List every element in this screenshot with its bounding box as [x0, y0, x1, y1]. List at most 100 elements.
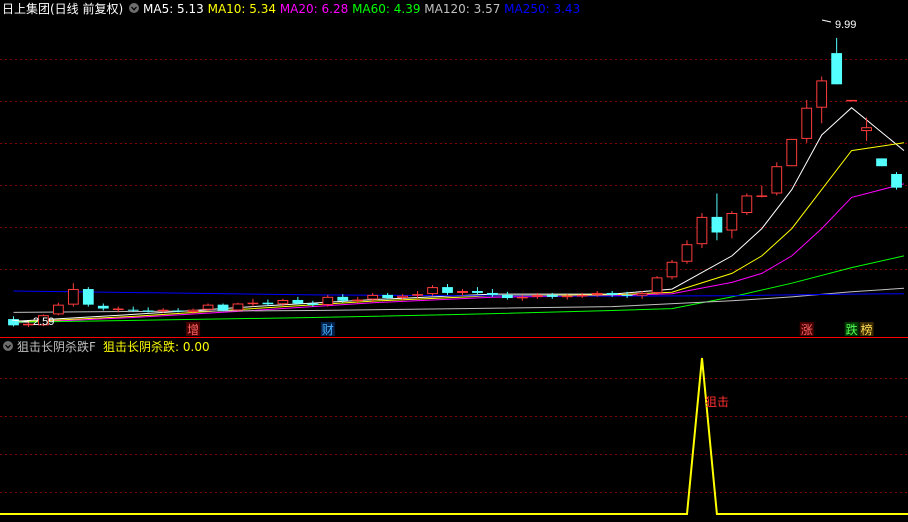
candle-body	[232, 303, 244, 311]
candle-body	[861, 127, 872, 132]
candle-body	[367, 294, 379, 300]
candle-body	[487, 292, 498, 295]
candle-body	[97, 305, 109, 309]
candle-body	[112, 308, 124, 311]
event-marker: 增	[186, 322, 201, 337]
candle-body	[501, 294, 513, 299]
candle	[232, 302, 244, 312]
indicator-colon: :	[175, 340, 183, 354]
candle-body	[247, 302, 259, 305]
indicator-name[interactable]: 狙击长阴杀跌F	[17, 339, 96, 354]
candle-body	[831, 53, 843, 85]
candle	[666, 259, 678, 280]
indicator-series-legend: 狙击长阴杀跌: 0.00	[103, 339, 210, 354]
candle-body	[67, 289, 79, 305]
candle-body	[876, 158, 887, 167]
candle-body	[472, 291, 483, 293]
candle-body	[771, 166, 783, 194]
low-price-label: 2.59	[33, 316, 54, 328]
candle-body	[696, 216, 708, 245]
candle-body	[726, 213, 738, 231]
candle-body	[172, 310, 184, 312]
ma-legend-item: MA10: 5.34	[204, 2, 276, 16]
collapse-chevron-icon[interactable]	[129, 3, 139, 13]
candle-body	[801, 107, 813, 139]
candle	[846, 99, 858, 102]
candle-body	[142, 310, 154, 312]
event-marker: 榜	[859, 322, 874, 337]
candle	[217, 303, 229, 312]
candle-body	[292, 299, 304, 304]
candle-body	[636, 292, 648, 296]
candle	[651, 276, 663, 295]
candle-body	[711, 216, 723, 233]
candle-body	[516, 296, 528, 299]
event-marker-text: 财	[322, 323, 334, 337]
event-marker-text: 涨	[801, 322, 813, 337]
main-legend: 日上集团(日线 前复权) MA5: 5.13 MA10: 5.34 MA20: …	[2, 1, 580, 16]
candle-body	[531, 294, 543, 297]
candle-body	[591, 292, 603, 295]
candle-body	[546, 294, 558, 297]
ma-legend-item: MA60: 4.39	[348, 2, 420, 16]
candle-body	[681, 244, 693, 262]
candle-body	[337, 296, 349, 301]
event-marker: 跌	[844, 322, 859, 337]
indicator-series-name: 狙击长阴杀跌	[103, 339, 175, 354]
candle-body	[457, 291, 468, 293]
candle-body	[651, 277, 663, 293]
ma-legend-item: MA5: 5.13	[143, 2, 204, 16]
candle-body	[262, 302, 274, 305]
event-marker-text: 榜	[861, 322, 873, 337]
candle-body	[127, 309, 139, 311]
ma-legend-item: MA20: 6.28	[276, 2, 348, 16]
candle-body	[277, 299, 289, 305]
event-marker-text: 增	[187, 323, 199, 337]
candle-body	[741, 195, 753, 213]
ma-legend-item: MA120: 3.57	[420, 2, 500, 16]
candle	[696, 213, 708, 249]
candle	[891, 172, 902, 190]
candle-body	[187, 309, 199, 313]
indicator-value: 0.00	[183, 340, 210, 354]
candle-body	[756, 195, 768, 197]
candle	[771, 162, 783, 196]
candle	[82, 287, 94, 307]
candle-body	[816, 80, 828, 108]
stock-title[interactable]: 日上集团(日线 前复权)	[2, 1, 123, 16]
indicator-chevron-icon[interactable]	[3, 341, 13, 351]
event-marker: 财	[320, 322, 335, 337]
candle-body	[606, 292, 618, 295]
candle-body	[23, 323, 34, 326]
candle-body	[621, 294, 633, 296]
candle-body	[322, 296, 334, 306]
candle-body	[307, 303, 319, 306]
ma-legend-text: MA5: 5.13 MA10: 5.34 MA20: 6.28 MA60: 4.…	[143, 2, 580, 16]
candle-body	[561, 295, 573, 298]
candle-body	[352, 299, 364, 302]
candle-body	[427, 287, 438, 295]
candle-body	[382, 294, 394, 299]
candle-body	[412, 294, 423, 296]
candle-body	[576, 294, 588, 297]
candle-body	[202, 304, 214, 310]
candle-body	[786, 138, 798, 167]
candle	[876, 158, 887, 167]
indicator-legend: 狙击长阴杀跌F 狙击长阴杀跌: 0.00	[3, 339, 210, 354]
candle-body	[217, 304, 229, 311]
candle-body	[157, 309, 169, 312]
candle-body	[52, 304, 64, 315]
ma-legend-item: MA250: 3.43	[500, 2, 580, 16]
candle-body	[846, 99, 858, 102]
candle	[786, 138, 798, 167]
signal-label: 狙击	[705, 395, 729, 409]
candle-body	[666, 261, 678, 278]
candle-body	[442, 287, 453, 293]
candle	[741, 193, 753, 215]
event-marker: 涨	[799, 322, 814, 337]
chart-background	[0, 0, 908, 522]
high-price-label: 9.99	[835, 19, 856, 31]
candle-body	[891, 174, 902, 188]
stock-chart[interactable]: 9.99 2.59 增 财 涨 跌榜 狙击 日上集团(日线 前复权) MA5: 5.1…	[0, 0, 908, 522]
candle-body	[397, 295, 409, 299]
